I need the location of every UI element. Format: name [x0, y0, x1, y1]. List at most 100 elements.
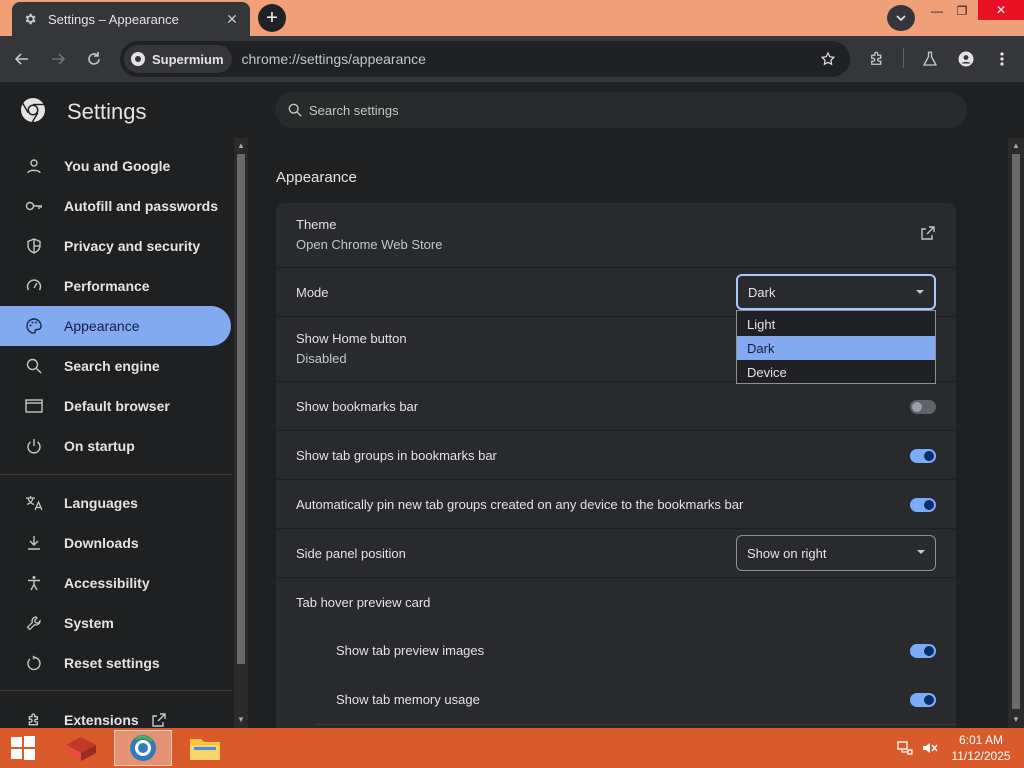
sidebar-item-appearance[interactable]: Appearance	[0, 306, 231, 346]
chip-label: Supermium	[152, 51, 224, 67]
back-button[interactable]	[10, 47, 34, 71]
sidebar-item-label: Extensions	[64, 712, 139, 728]
mode-option-dark[interactable]: Dark	[737, 336, 935, 360]
system-clock[interactable]: 6:01 AM 11/12/2025	[950, 732, 1012, 764]
bookmark-star-icon[interactable]	[818, 49, 838, 69]
forward-button[interactable]	[46, 47, 70, 71]
browser-window-icon	[24, 396, 44, 416]
tab-memory-row[interactable]: Show tab memory usage	[276, 675, 956, 724]
title-bar: Settings – Appearance ✕ + — ❐ ✕	[0, 0, 1024, 36]
chevron-down-icon	[896, 15, 906, 22]
download-icon	[24, 533, 44, 553]
mode-select[interactable]: Dark	[736, 274, 936, 310]
bookmarks-bar-toggle[interactable]	[910, 400, 936, 414]
tab-groups-row[interactable]: Show tab groups in bookmarks bar	[276, 430, 956, 479]
sidebar-item-privacy[interactable]: Privacy and security	[0, 226, 231, 266]
arrow-left-icon	[14, 53, 28, 65]
sidebar-item-on-startup[interactable]: On startup	[0, 426, 231, 466]
site-info-chip[interactable]: Supermium	[124, 45, 232, 73]
taskbar-app-browser[interactable]	[114, 730, 172, 766]
new-tab-button[interactable]: +	[258, 4, 286, 32]
sidebar-item-downloads[interactable]: Downloads	[0, 523, 231, 563]
sidebar-item-reset-settings[interactable]: Reset settings	[0, 643, 231, 683]
section-title: Appearance	[276, 169, 357, 186]
clock-date: 11/12/2025	[951, 749, 1011, 763]
chrome-logo-icon	[21, 98, 45, 123]
home-label: Show Home button	[296, 331, 407, 346]
scroll-down-arrow[interactable]: ▼	[236, 715, 246, 725]
sidebar-item-search-engine[interactable]: Search engine	[0, 346, 231, 386]
theme-row[interactable]: Theme Open Chrome Web Store	[276, 203, 956, 267]
profile-avatar-icon[interactable]	[954, 47, 978, 71]
auto-pin-row[interactable]: Automatically pin new tab groups created…	[276, 479, 956, 528]
browser-tab-settings[interactable]: Settings – Appearance ✕	[12, 2, 250, 36]
sidebar-item-label: System	[64, 615, 114, 631]
sidebar-item-you-and-google[interactable]: You and Google	[0, 146, 231, 186]
side-panel-select[interactable]: Show on right	[736, 535, 936, 571]
scroll-down-arrow[interactable]: ▼	[1011, 715, 1021, 725]
sidebar-item-accessibility[interactable]: Accessibility	[0, 563, 231, 603]
start-button[interactable]	[2, 730, 44, 766]
sidebar-item-label: On startup	[64, 438, 135, 454]
sidebar-item-label: Languages	[64, 495, 138, 511]
sidepanel-label: Side panel position	[296, 546, 406, 561]
labs-flask-icon[interactable]	[918, 47, 942, 71]
volume-muted-icon[interactable]	[922, 740, 938, 759]
tab-groups-toggle[interactable]	[910, 449, 936, 463]
theme-sub: Open Chrome Web Store	[296, 237, 443, 252]
hover-label: Tab hover preview card	[296, 595, 431, 610]
package-icon	[66, 737, 96, 761]
search-placeholder: Search settings	[309, 102, 399, 118]
sidebar-item-default-browser[interactable]: Default browser	[0, 386, 231, 426]
settings-sidebar: You and Google Autofill and passwords Pr…	[0, 138, 234, 728]
taskbar: 6:01 AM 11/12/2025	[0, 728, 1024, 768]
reload-button[interactable]	[82, 47, 106, 71]
tabgroups-label: Show tab groups in bookmarks bar	[296, 448, 497, 463]
preview-images-toggle[interactable]	[910, 644, 936, 658]
main-scrollbar[interactable]: ▲ ▼	[1008, 138, 1024, 728]
shield-icon	[24, 236, 44, 256]
home-sub: Disabled	[296, 351, 347, 366]
extensions-puzzle-icon[interactable]	[865, 47, 889, 71]
side-panel-row: Side panel position Show on right	[276, 528, 956, 577]
toolbar-divider	[903, 48, 904, 68]
scrollbar-thumb[interactable]	[237, 154, 245, 664]
reset-icon	[24, 653, 44, 673]
sidebar-item-performance[interactable]: Performance	[0, 266, 231, 306]
person-icon	[24, 156, 44, 176]
window-close-button[interactable]: ✕	[978, 0, 1024, 20]
sidebar-item-system[interactable]: System	[0, 603, 231, 643]
close-tab-icon[interactable]: ✕	[224, 11, 240, 27]
url-text[interactable]: chrome://settings/appearance	[242, 51, 426, 67]
mode-option-light[interactable]: Light	[737, 312, 935, 336]
mode-dropdown-list: Light Dark Device	[736, 310, 936, 384]
taskbar-app-file-explorer[interactable]	[184, 730, 226, 766]
tab-preview-images-row[interactable]: Show tab preview images	[276, 626, 956, 675]
mode-option-device[interactable]: Device	[737, 360, 935, 384]
bookmarks-bar-row[interactable]: Show bookmarks bar	[276, 381, 956, 430]
tab-search-button[interactable]	[887, 5, 915, 31]
translate-icon	[24, 493, 44, 513]
auto-pin-toggle[interactable]	[910, 498, 936, 512]
sidebar-item-languages[interactable]: Languages	[0, 483, 231, 523]
scroll-up-arrow[interactable]: ▲	[1011, 141, 1021, 151]
page-title: Settings	[67, 99, 147, 124]
address-bar[interactable]: Supermium chrome://settings/appearance	[120, 41, 850, 77]
sidebar-scrollbar[interactable]: ▲ ▼	[234, 138, 248, 728]
palette-icon	[24, 316, 44, 336]
scrollbar-thumb[interactable]	[1012, 154, 1020, 709]
side-panel-select-value: Show on right	[747, 545, 827, 561]
kebab-menu-icon[interactable]	[990, 47, 1014, 71]
speedometer-icon	[24, 276, 44, 296]
network-icon[interactable]	[897, 740, 913, 759]
restore-button[interactable]: ❐	[947, 0, 977, 22]
search-settings-input[interactable]: Search settings	[275, 92, 967, 128]
scroll-up-arrow[interactable]: ▲	[236, 141, 246, 151]
memory-usage-toggle[interactable]	[910, 693, 936, 707]
external-link-icon	[151, 712, 167, 728]
preview-images-label: Show tab preview images	[336, 643, 485, 658]
wrench-icon	[24, 613, 44, 633]
external-link-icon[interactable]	[920, 225, 936, 241]
sidebar-item-autofill[interactable]: Autofill and passwords	[0, 186, 231, 226]
taskbar-app-package[interactable]	[60, 730, 102, 766]
